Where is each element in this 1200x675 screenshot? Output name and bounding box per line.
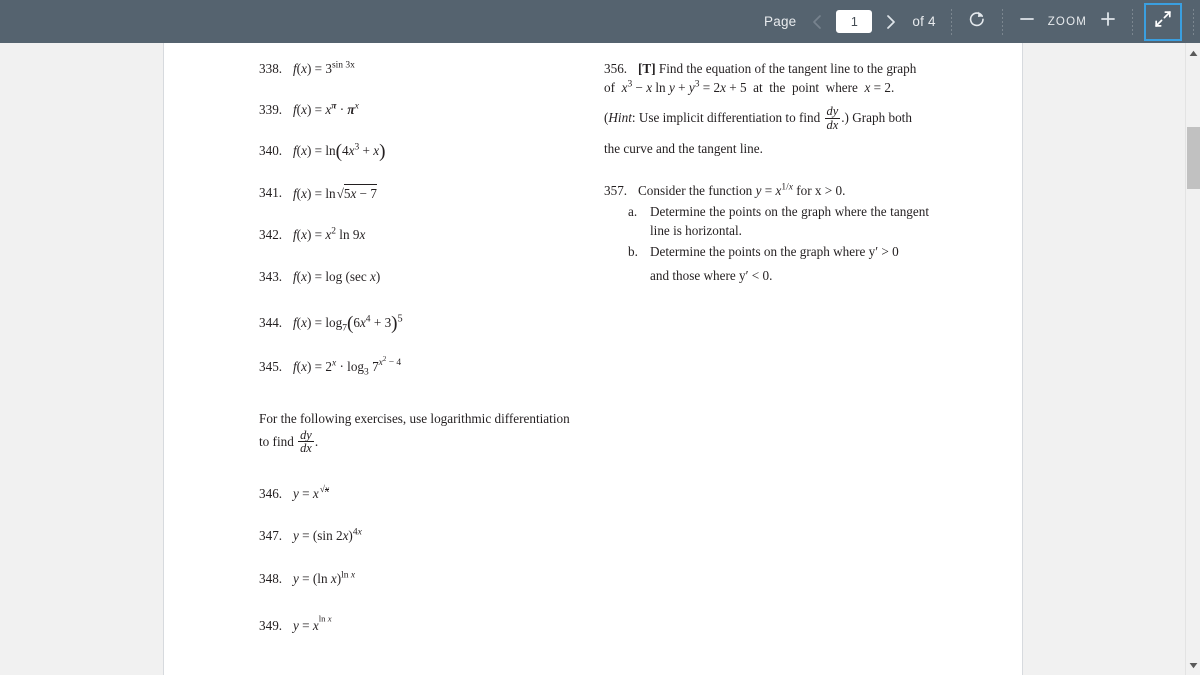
scroll-up-button[interactable] <box>1186 45 1200 61</box>
exercise-number: 348. <box>259 570 283 586</box>
exercise-348: 348. y = (ln x)ln x <box>259 570 589 588</box>
scrollbar-thumb[interactable] <box>1187 127 1200 189</box>
exercise-number: 343. <box>259 268 283 284</box>
exercise-line-2: of x3 − x ln y + y3 = 2x + 5 at the poin… <box>604 79 895 95</box>
exercise-line-1: Find the equation of the tangent line to… <box>658 61 917 76</box>
exercise-number: 340. <box>259 143 283 159</box>
plus-icon <box>1099 10 1117 33</box>
exercise-number: 346. <box>259 485 283 501</box>
page-number-input[interactable] <box>836 10 873 33</box>
exercise-part-a: a. Determine the points on the graph whe… <box>628 203 929 239</box>
page-navigation-group: Page of 4 <box>758 0 942 43</box>
scroll-down-arrow-icon <box>1189 656 1198 674</box>
exercise-347: 347. y = (sin 2x)4x <box>259 527 589 545</box>
minus-icon <box>1018 10 1036 33</box>
part-text-line-1: Determine the points on the graph where … <box>650 243 899 259</box>
exercise-formula: y = x√x <box>293 485 330 501</box>
exercise-formula: y = (ln x)ln x <box>293 570 356 586</box>
zoom-in-button[interactable] <box>1093 7 1123 37</box>
toolbar-divider <box>950 8 952 35</box>
exercise-339: 339. f(x) = xπ · πx <box>259 101 589 119</box>
vertical-scrollbar[interactable] <box>1185 43 1200 675</box>
zoom-label: ZOOM <box>1047 15 1087 28</box>
toolbar-divider-4 <box>1193 8 1194 35</box>
exercise-344: 344. f(x) = log7(6x4 + 3)5 <box>259 313 589 335</box>
toolbar-divider-2 <box>1001 8 1003 35</box>
exercise-stem: Consider the function y = x1/x for x > 0… <box>638 182 846 198</box>
exercise-number: 342. <box>259 227 283 243</box>
part-label: a. <box>628 204 638 220</box>
hint-label: Hint <box>608 110 632 126</box>
exercise-357: 357. Consider the function y = x1/x for … <box>604 182 929 285</box>
exercise-number: 339. <box>259 101 283 117</box>
exercise-346: 346. y = x√x <box>259 485 589 503</box>
exercise-number: 356. <box>604 61 628 76</box>
document-viewport[interactable]: 338. f(x) = 3sin 3x 339. f(x) = xπ · πx … <box>0 43 1185 675</box>
exercise-357-parts: a. Determine the points on the graph whe… <box>604 203 929 285</box>
exercise-number: 338. <box>259 61 283 76</box>
exercise-formula: y = (sin 2x)4x <box>293 527 362 544</box>
exercise-345: 345. f(x) = 2x · log3 7x2 − 4 <box>259 356 589 378</box>
exercise-342: 342. f(x) = x2 ln 9x <box>259 226 589 244</box>
instruction-line-1: For the following exercises, use logarit… <box>259 411 570 427</box>
logarithmic-differentiation-instruction: For the following exercises, use logarit… <box>259 411 570 456</box>
left-column: 338. f(x) = 3sin 3x 339. f(x) = xπ · πx … <box>259 43 589 635</box>
exercise-number: 344. <box>259 315 283 331</box>
part-text: Determine the points on the graph where … <box>650 204 929 238</box>
exercise-formula: f(x) = log (sec x) <box>293 268 381 284</box>
exercise-number: 357. <box>604 182 628 198</box>
exercise-349: 349. y = xln x <box>259 614 589 635</box>
exercise-formula: f(x) = log7(6x4 + 3)5 <box>293 313 403 335</box>
scroll-up-arrow-icon <box>1189 44 1198 62</box>
instruction-line-2: to find <box>259 433 294 449</box>
exercise-part-b: b. Determine the points on the graph whe… <box>628 243 929 285</box>
zoom-out-button[interactable] <box>1012 7 1042 37</box>
exercise-formula: f(x) = 3sin 3x <box>293 60 355 76</box>
exercise-formula: f(x) = ln(4x3 + x) <box>293 141 386 162</box>
scroll-down-button[interactable] <box>1186 657 1200 673</box>
exercise-338: 338. f(x) = 3sin 3x <box>259 60 589 78</box>
next-page-button[interactable] <box>876 7 906 37</box>
exercise-formula: f(x) = ln√5x − 7 <box>293 183 377 201</box>
part-label: b. <box>628 243 638 259</box>
exercise-formula: f(x) = x2 ln 9x <box>293 226 366 243</box>
exercise-341: 341. f(x) = ln√5x − 7 <box>259 183 589 203</box>
exercise-343: 343. f(x) = log (sec x) <box>259 268 589 286</box>
page-total-label: of 4 <box>912 14 936 29</box>
hint-text: : Use implicit differentiation to find <box>631 110 821 126</box>
exercise-line-4: the curve and the tangent line. <box>604 141 763 157</box>
exercise-formula: f(x) = 2x · log3 7x2 − 4 <box>293 356 402 378</box>
exercise-number: 347. <box>259 528 283 544</box>
part-text-line-2: and those where y′ < 0. <box>650 268 773 284</box>
previous-page-button[interactable] <box>802 7 832 37</box>
pdf-page: 338. f(x) = 3sin 3x 339. f(x) = xπ · πx … <box>163 43 1023 675</box>
rotate-refresh-icon <box>967 9 987 34</box>
exit-fullscreen-button[interactable] <box>1144 2 1182 41</box>
pdf-viewer-toolbar: Page of 4 ZOOM <box>0 0 1200 43</box>
exercise-number: 349. <box>259 618 283 634</box>
dy-dx-fraction: dy dx <box>298 427 314 456</box>
exercise-text: [T] Find the equation of the tangent lin… <box>638 60 929 78</box>
exercise-340: 340. f(x) = ln(4x3 + x) <box>259 141 589 162</box>
exercise-number: 345. <box>259 358 283 374</box>
exit-fullscreen-icon <box>1153 9 1173 34</box>
toolbar-divider-3 <box>1132 8 1133 35</box>
exercise-number: 341. <box>259 184 283 200</box>
page-label: Page <box>764 14 797 29</box>
exercise-formula: y = xln x <box>293 614 332 634</box>
exercise-356: 356. [T] Find the equation of the tangen… <box>604 60 929 158</box>
calculator-tag: [T] <box>638 61 656 76</box>
hint-suffix: .) Graph both <box>841 110 912 126</box>
rotate-refresh-button[interactable] <box>961 6 993 38</box>
right-column: 356. [T] Find the equation of the tangen… <box>604 43 929 285</box>
exercise-hint: (Hint: Use implicit differentiation to f… <box>604 104 912 132</box>
exercise-formula: f(x) = xπ · πx <box>293 101 359 117</box>
dy-dx-fraction: dy dx <box>824 104 841 132</box>
zoom-controls-group: ZOOM <box>1012 0 1123 43</box>
